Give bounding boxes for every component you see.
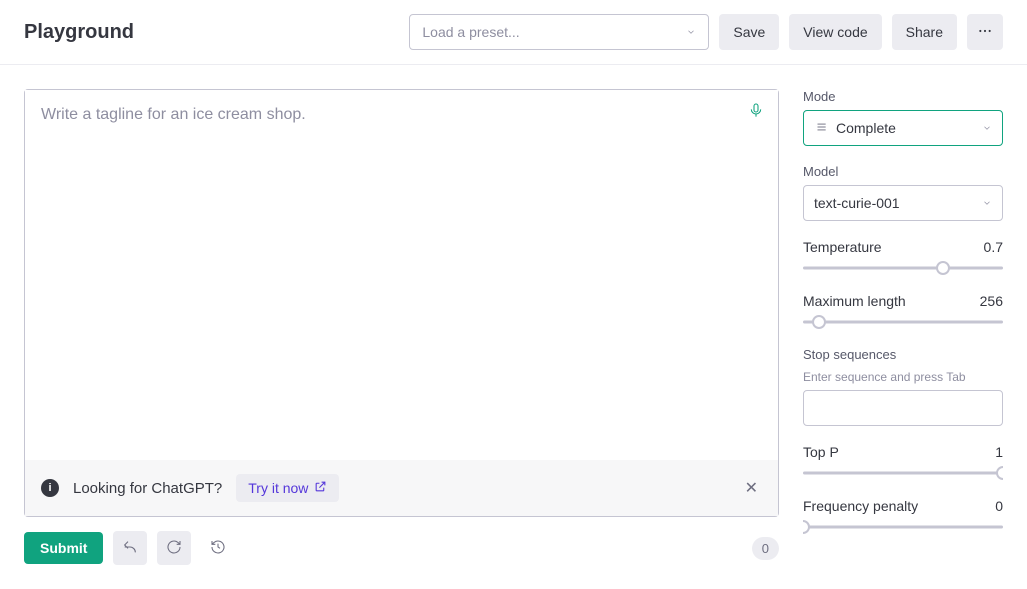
refresh-icon (166, 539, 182, 558)
chevron-down-icon (686, 27, 696, 37)
model-select[interactable]: text-curie-001 (803, 185, 1003, 221)
try-it-now-label: Try it now (248, 480, 308, 496)
token-counter: 0 (752, 537, 779, 560)
model-group: Model text-curie-001 (803, 164, 1003, 221)
view-code-button[interactable]: View code (789, 14, 881, 50)
max-length-slider[interactable] (803, 315, 1003, 329)
preset-placeholder: Load a preset... (422, 24, 519, 40)
chevron-down-icon (982, 198, 992, 208)
undo-icon (122, 539, 138, 558)
editor-column: i Looking for ChatGPT? Try it now ✕ Subm… (24, 89, 779, 565)
temperature-group: Temperature 0.7 (803, 239, 1003, 275)
chevron-down-icon (982, 123, 992, 133)
page-title: Playground (24, 21, 134, 44)
top-p-label: Top P (803, 444, 839, 460)
undo-button[interactable] (113, 531, 147, 565)
stop-sequences-input[interactable] (803, 390, 1003, 426)
save-button[interactable]: Save (719, 14, 779, 50)
top-p-group: Top P 1 (803, 444, 1003, 480)
regenerate-button[interactable] (157, 531, 191, 565)
max-length-value: 256 (980, 293, 1003, 309)
mode-select[interactable]: Complete (803, 110, 1003, 146)
frequency-penalty-group: Frequency penalty 0 (803, 498, 1003, 534)
top-p-value: 1 (995, 444, 1003, 460)
editor-footer: Submit 0 (24, 531, 779, 565)
external-link-icon (314, 480, 327, 496)
header: Playground Load a preset... Save View co… (0, 0, 1027, 65)
preset-select[interactable]: Load a preset... (409, 14, 709, 50)
list-icon (814, 120, 828, 137)
microphone-icon[interactable] (748, 102, 764, 123)
top-p-slider[interactable] (803, 466, 1003, 480)
frequency-penalty-label: Frequency penalty (803, 498, 918, 514)
main-content: i Looking for ChatGPT? Try it now ✕ Subm… (0, 65, 1027, 589)
more-options-button[interactable] (967, 14, 1003, 50)
history-button[interactable] (201, 531, 235, 565)
ellipsis-icon (977, 23, 993, 42)
stop-sequences-group: Stop sequences Enter sequence and press … (803, 347, 1003, 426)
max-length-group: Maximum length 256 (803, 293, 1003, 329)
try-it-now-button[interactable]: Try it now (236, 474, 339, 502)
mode-value: Complete (836, 120, 896, 136)
mode-label: Mode (803, 89, 1003, 104)
chatgpt-banner: i Looking for ChatGPT? Try it now ✕ (25, 460, 778, 516)
close-icon: ✕ (745, 480, 758, 497)
max-length-label: Maximum length (803, 293, 906, 309)
banner-text: Looking for ChatGPT? (73, 480, 222, 497)
settings-sidebar: Mode Complete Model text-curie-001 (803, 89, 1003, 565)
frequency-penalty-value: 0 (995, 498, 1003, 514)
temperature-slider[interactable] (803, 261, 1003, 275)
history-icon (210, 539, 226, 558)
stop-sequences-label: Stop sequences (803, 347, 1003, 362)
temperature-value: 0.7 (984, 239, 1003, 255)
close-banner-button[interactable]: ✕ (741, 474, 762, 502)
model-label: Model (803, 164, 1003, 179)
mode-group: Mode Complete (803, 89, 1003, 146)
submit-button[interactable]: Submit (24, 532, 103, 564)
editor-box: i Looking for ChatGPT? Try it now ✕ (24, 89, 779, 517)
stop-sequences-hint: Enter sequence and press Tab (803, 370, 1003, 384)
share-button[interactable]: Share (892, 14, 957, 50)
temperature-label: Temperature (803, 239, 882, 255)
prompt-textarea[interactable] (25, 90, 778, 460)
model-value: text-curie-001 (814, 195, 900, 211)
info-icon: i (41, 479, 59, 497)
frequency-penalty-slider[interactable] (803, 520, 1003, 534)
